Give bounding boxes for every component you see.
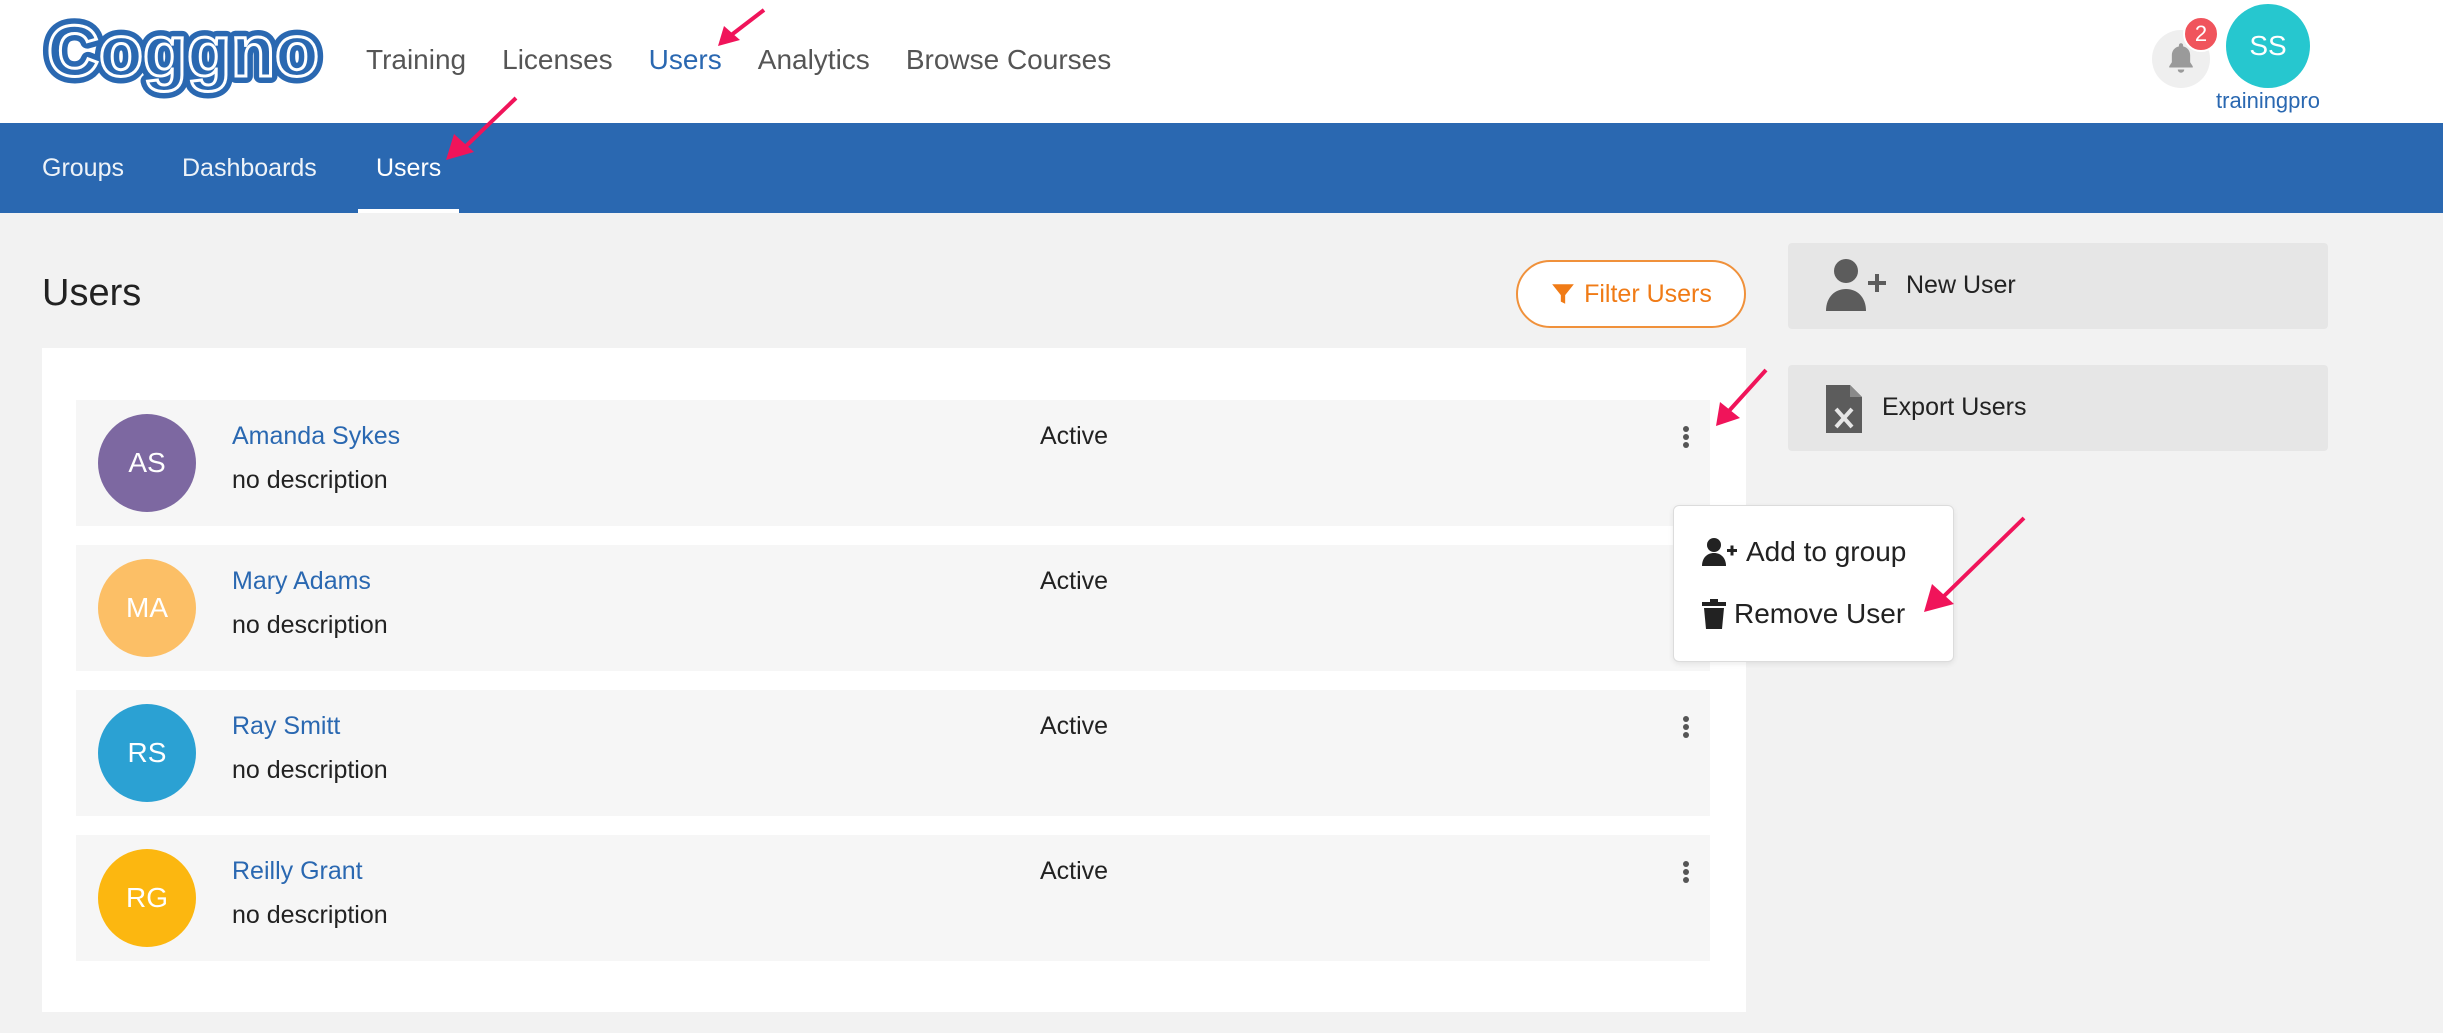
nav-training[interactable]: Training (366, 38, 466, 82)
new-user-label: New User (1906, 271, 2016, 299)
user-row[interactable]: AS Amanda Sykes no description Active (76, 400, 1710, 526)
remove-user-label: Remove User (1734, 598, 1906, 629)
avatar: AS (98, 414, 196, 512)
excel-file-icon (1826, 385, 1862, 433)
nav-licenses[interactable]: Licenses (502, 38, 613, 82)
avatar: MA (98, 559, 196, 657)
user-description: no description (232, 466, 388, 494)
export-users-button[interactable]: Export Users (1788, 365, 2328, 451)
annotation-arrow-icon (1924, 516, 2026, 612)
avatar: RS (98, 704, 196, 802)
filter-users-label: Filter Users (1584, 279, 1712, 308)
new-user-button[interactable]: New User (1788, 243, 2328, 329)
add-user-icon (1702, 538, 1737, 566)
page-title: Users (42, 272, 142, 314)
user-name-link[interactable]: Ray Smitt (232, 712, 340, 741)
svg-text:Coggno: Coggno (47, 14, 319, 92)
coggno-logo[interactable]: Coggno Coggno (40, 14, 326, 100)
user-row[interactable]: MA Mary Adams no description Active (76, 545, 1710, 671)
row-options-menu: Add to group Remove User (1673, 505, 1954, 662)
filter-icon (1552, 284, 1574, 304)
more-options-icon[interactable] (1676, 712, 1696, 742)
user-description: no description (232, 611, 388, 639)
users-list-card: AS Amanda Sykes no description Active MA… (42, 348, 1746, 1012)
filter-users-button[interactable]: Filter Users (1516, 260, 1746, 328)
trash-icon (1702, 599, 1726, 629)
annotation-arrow-icon (446, 96, 518, 160)
annotation-arrow-icon (1716, 368, 1768, 426)
user-status: Active (1040, 857, 1109, 885)
user-status: Active (1040, 422, 1109, 450)
notification-count-badge: 2 (2183, 16, 2219, 52)
avatar: RG (98, 849, 196, 947)
more-options-icon[interactable] (1676, 857, 1696, 887)
user-row[interactable]: RS Ray Smitt no description Active (76, 690, 1710, 816)
user-status: Active (1040, 712, 1109, 740)
tab-dashboards[interactable]: Dashboards (164, 123, 335, 213)
user-name-link[interactable]: Mary Adams (232, 567, 371, 596)
add-to-group-menu-item[interactable]: Add to group (1702, 536, 1906, 568)
user-description: no description (232, 901, 388, 929)
sub-nav: Groups Dashboards Users (0, 123, 2443, 213)
top-header: Coggno Coggno Training Licenses Users An… (0, 0, 2443, 123)
tab-groups[interactable]: Groups (24, 123, 142, 213)
nav-browse-courses[interactable]: Browse Courses (906, 38, 1111, 82)
user-description: no description (232, 756, 388, 784)
user-name-link[interactable]: Amanda Sykes (232, 422, 400, 451)
add-to-group-label: Add to group (1746, 536, 1907, 567)
user-status: Active (1040, 567, 1109, 595)
profile-avatar[interactable]: SS (2226, 4, 2310, 88)
profile-username[interactable]: trainingpro (2200, 88, 2336, 114)
export-users-label: Export Users (1882, 393, 2027, 421)
nav-analytics[interactable]: Analytics (758, 38, 870, 82)
annotation-arrow-icon (718, 8, 766, 46)
add-user-icon (1826, 259, 1886, 311)
user-row[interactable]: RG Reilly Grant no description Active (76, 835, 1710, 961)
user-name-link[interactable]: Reilly Grant (232, 857, 363, 886)
more-options-icon[interactable] (1676, 422, 1696, 452)
nav-users[interactable]: Users (649, 38, 722, 82)
remove-user-menu-item[interactable]: Remove User (1702, 598, 1905, 630)
